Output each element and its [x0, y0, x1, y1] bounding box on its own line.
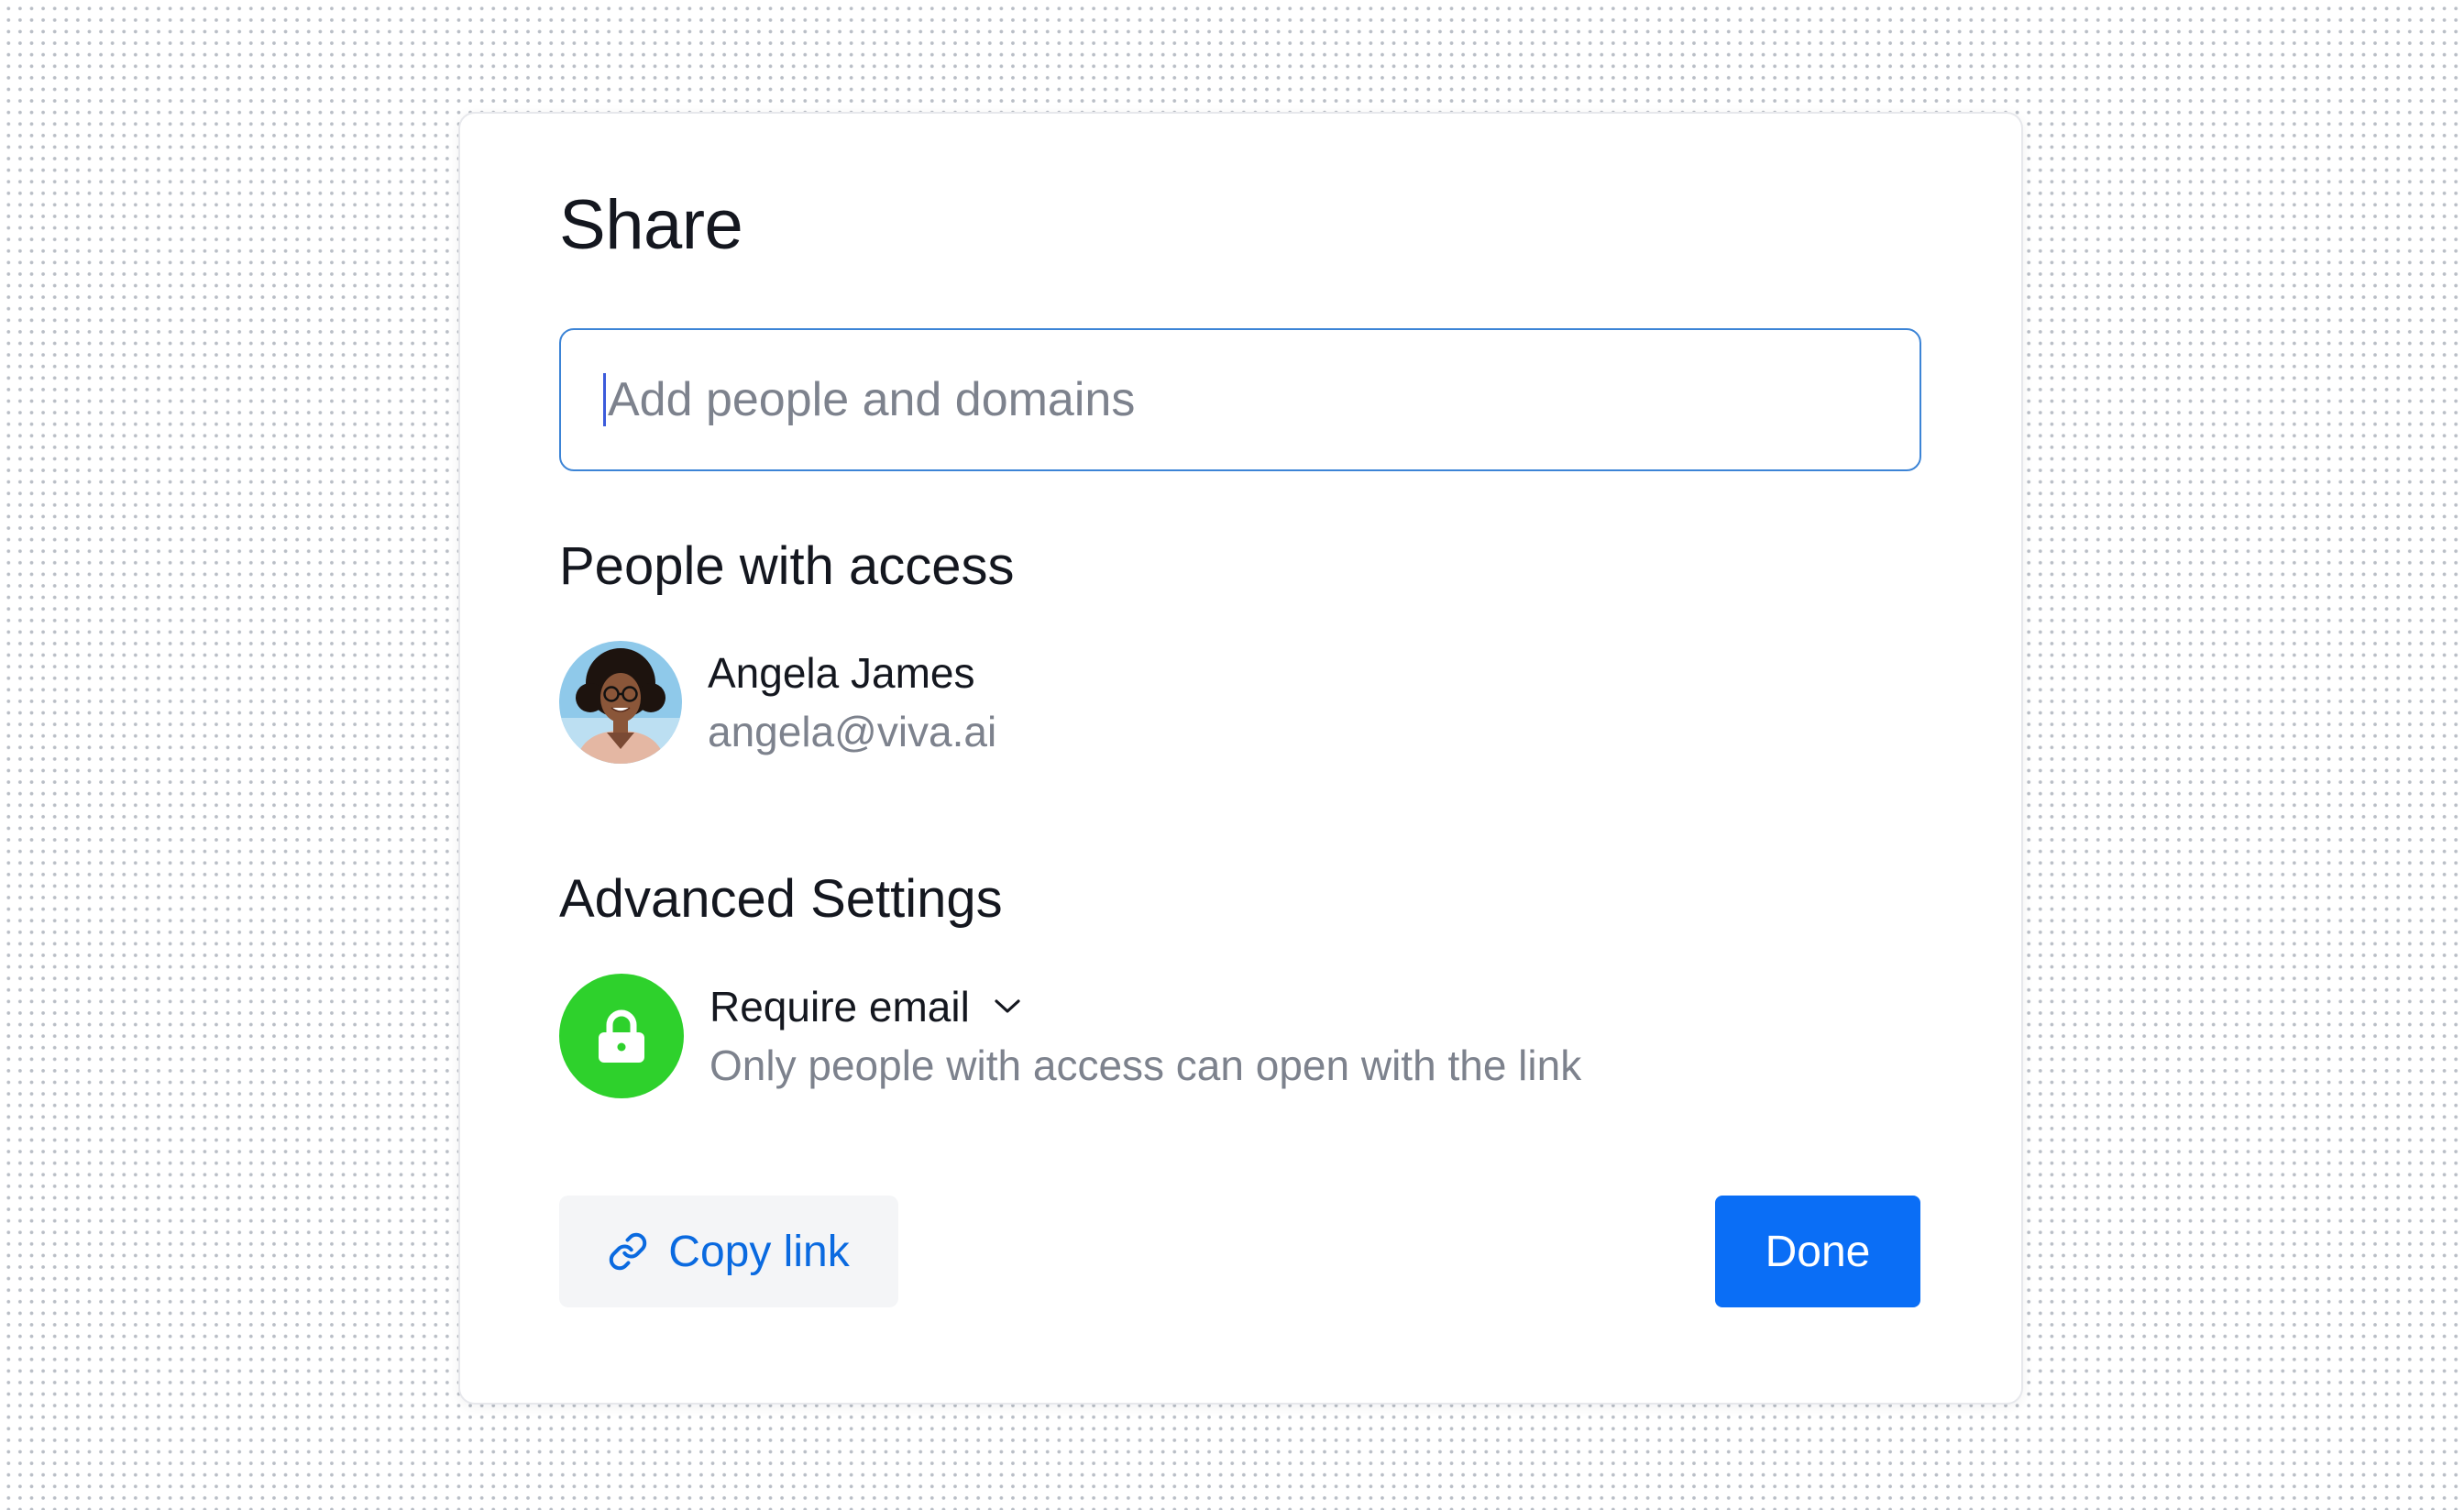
- link-access-setting: Require email Only people with access ca…: [559, 974, 1581, 1098]
- person-list-item: Angela James angela@viva.ai: [559, 641, 996, 764]
- setting-info: Require email Only people with access ca…: [710, 979, 1581, 1093]
- share-dialog: Share People with access: [458, 112, 2023, 1405]
- access-level-description: Only people with access can open with th…: [710, 1042, 1582, 1089]
- access-level-label: Require email: [710, 983, 970, 1031]
- people-with-access-heading: People with access: [559, 536, 1015, 596]
- user-avatar-icon: [559, 641, 682, 764]
- lock-icon: [559, 974, 684, 1098]
- done-button[interactable]: Done: [1715, 1196, 1920, 1307]
- person-name: Angela James: [708, 649, 975, 697]
- person-email: angela@viva.ai: [708, 708, 997, 755]
- person-info: Angela James angela@viva.ai: [708, 645, 996, 759]
- add-people-input[interactable]: [608, 372, 1920, 427]
- copy-link-label: Copy link: [668, 1227, 850, 1276]
- search-field[interactable]: [559, 328, 1921, 471]
- text-caret: [603, 373, 606, 426]
- dialog-title: Share: [559, 186, 743, 264]
- advanced-settings-heading: Advanced Settings: [559, 869, 1003, 929]
- access-level-dropdown[interactable]: Require email: [710, 979, 1581, 1034]
- chevron-down-icon: [994, 998, 1021, 1015]
- copy-link-button[interactable]: Copy link: [559, 1196, 898, 1307]
- link-icon: [608, 1231, 648, 1272]
